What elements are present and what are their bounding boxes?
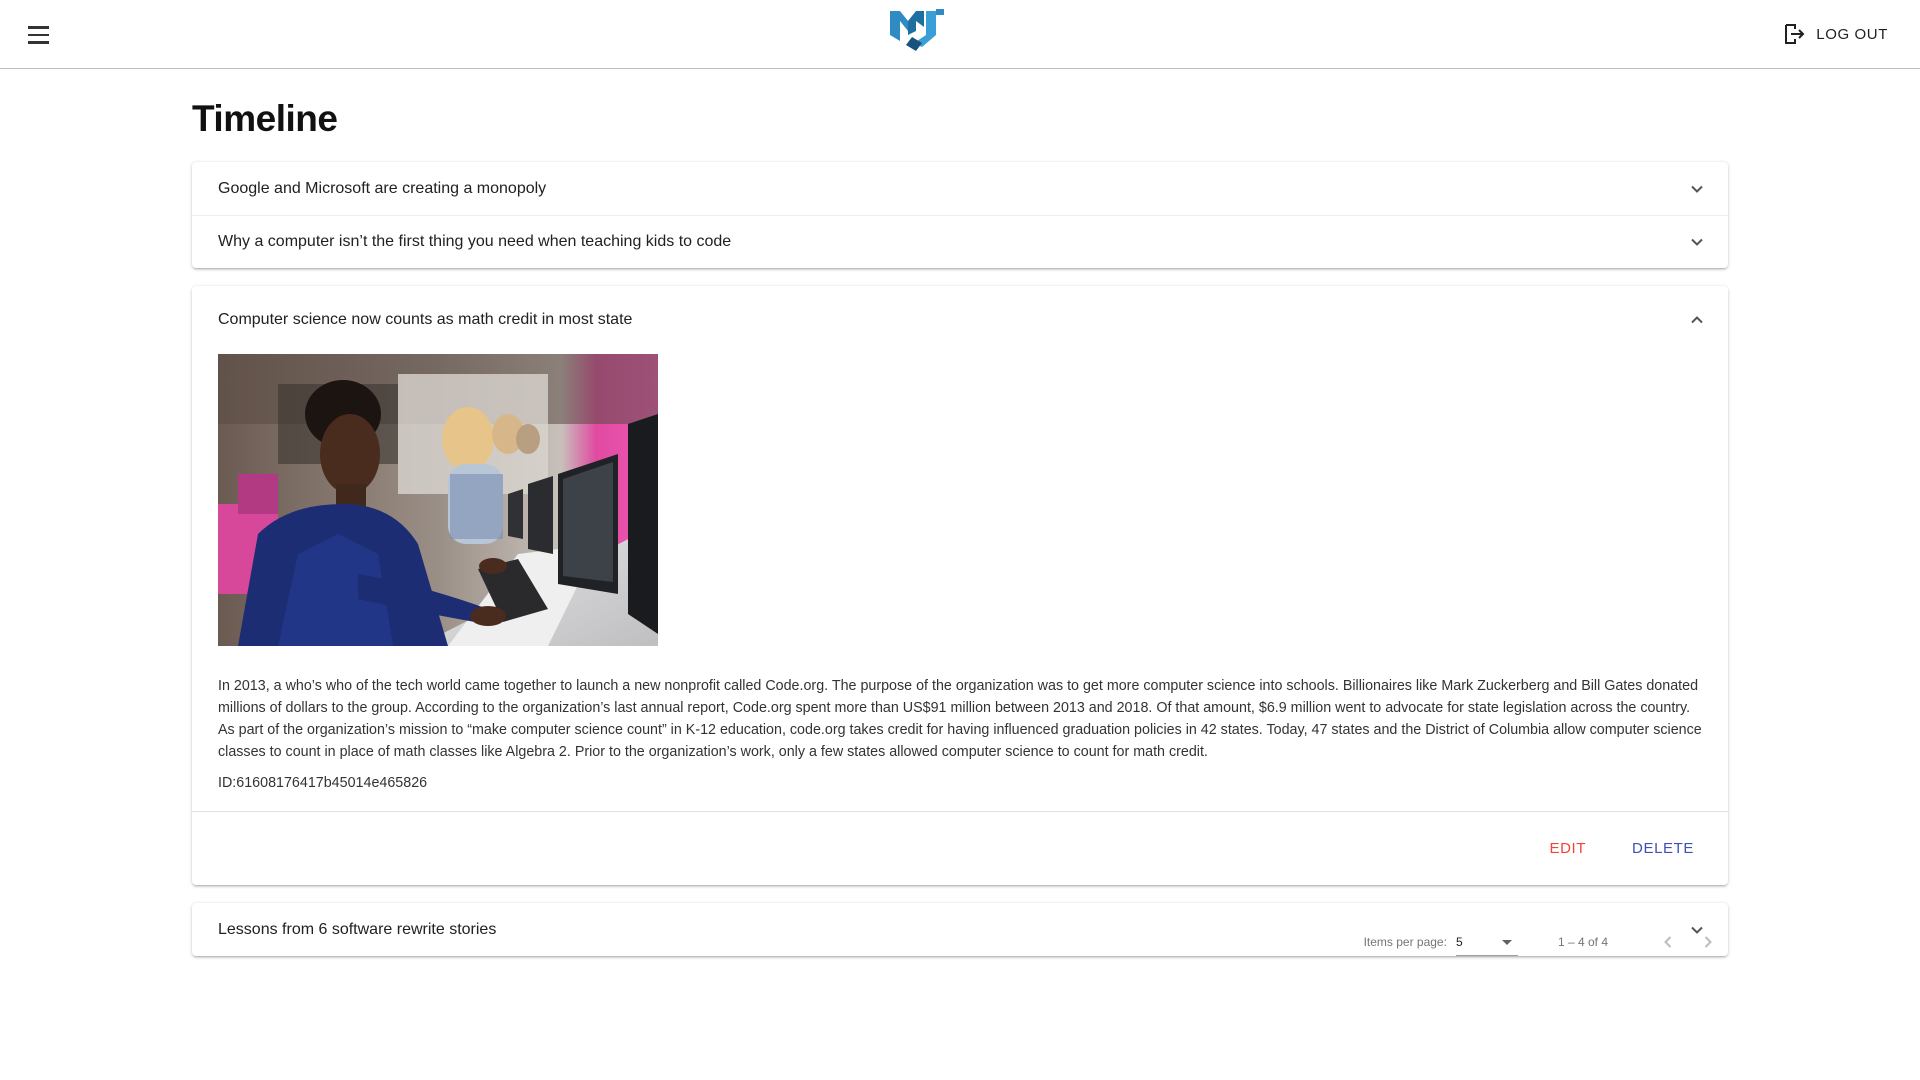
- collapsed-panel-group: Google and Microsoft are creating a mono…: [192, 162, 1728, 268]
- main-content: Timeline Google and Microsoft are creati…: [192, 69, 1728, 956]
- chevron-right-icon: [1704, 936, 1712, 948]
- items-per-page-label: Items per page:: [1363, 935, 1447, 949]
- logout-label: LOG OUT: [1816, 25, 1888, 43]
- page-range-label: 1 – 4 of 4: [1557, 935, 1608, 949]
- panel-body: In 2013, a who’s who of the tech world c…: [192, 354, 1728, 794]
- delete-button[interactable]: DELETE: [1624, 832, 1702, 865]
- dropdown-arrow-icon: [1501, 940, 1512, 945]
- chevron-left-icon: [1664, 936, 1672, 948]
- panel-actions: EDIT DELETE: [192, 811, 1728, 885]
- chevron-down-icon: [1691, 238, 1703, 246]
- edit-button[interactable]: EDIT: [1541, 832, 1594, 865]
- previous-page-button[interactable]: [1648, 922, 1688, 962]
- hamburger-menu-icon[interactable]: [24, 22, 54, 48]
- panel-title: Lessons from 6 software rewrite stories: [218, 920, 497, 938]
- panel-title: Google and Microsoft are creating a mono…: [218, 179, 547, 197]
- page-title: Timeline: [192, 98, 338, 139]
- items-per-page-select[interactable]: 5: [1455, 928, 1518, 956]
- students-at-computers-photo: [218, 354, 658, 646]
- panel-title: Why a computer isn’t the first thing you…: [218, 233, 732, 250]
- logout-button[interactable]: LOG OUT: [1782, 22, 1888, 46]
- panel-title: Computer science now counts as math cred…: [218, 311, 633, 328]
- next-page-button[interactable]: [1688, 922, 1728, 962]
- panel-header-cs-math-credit[interactable]: Computer science now counts as math cred…: [192, 286, 1728, 354]
- article-description: In 2013, a who’s who of the tech world c…: [218, 678, 1702, 760]
- mj-logo-icon[interactable]: [888, 7, 946, 53]
- record-id: ID:61608176417b45014e465826: [218, 775, 428, 791]
- panel-header-teaching-kids[interactable]: Why a computer isn’t the first thing you…: [192, 215, 1728, 268]
- top-toolbar: LOG OUT: [0, 0, 1920, 69]
- expanded-panel: Computer science now counts as math cred…: [192, 286, 1728, 885]
- chevron-down-icon: [1691, 185, 1703, 193]
- panel-header-google-microsoft[interactable]: Google and Microsoft are creating a mono…: [192, 162, 1728, 215]
- chevron-up-icon: [1691, 316, 1703, 324]
- paginator: Items per page: 5 1 – 4 of 4: [1364, 914, 1728, 970]
- logout-icon: [1785, 24, 1805, 44]
- items-per-page-value: 5: [1455, 935, 1463, 949]
